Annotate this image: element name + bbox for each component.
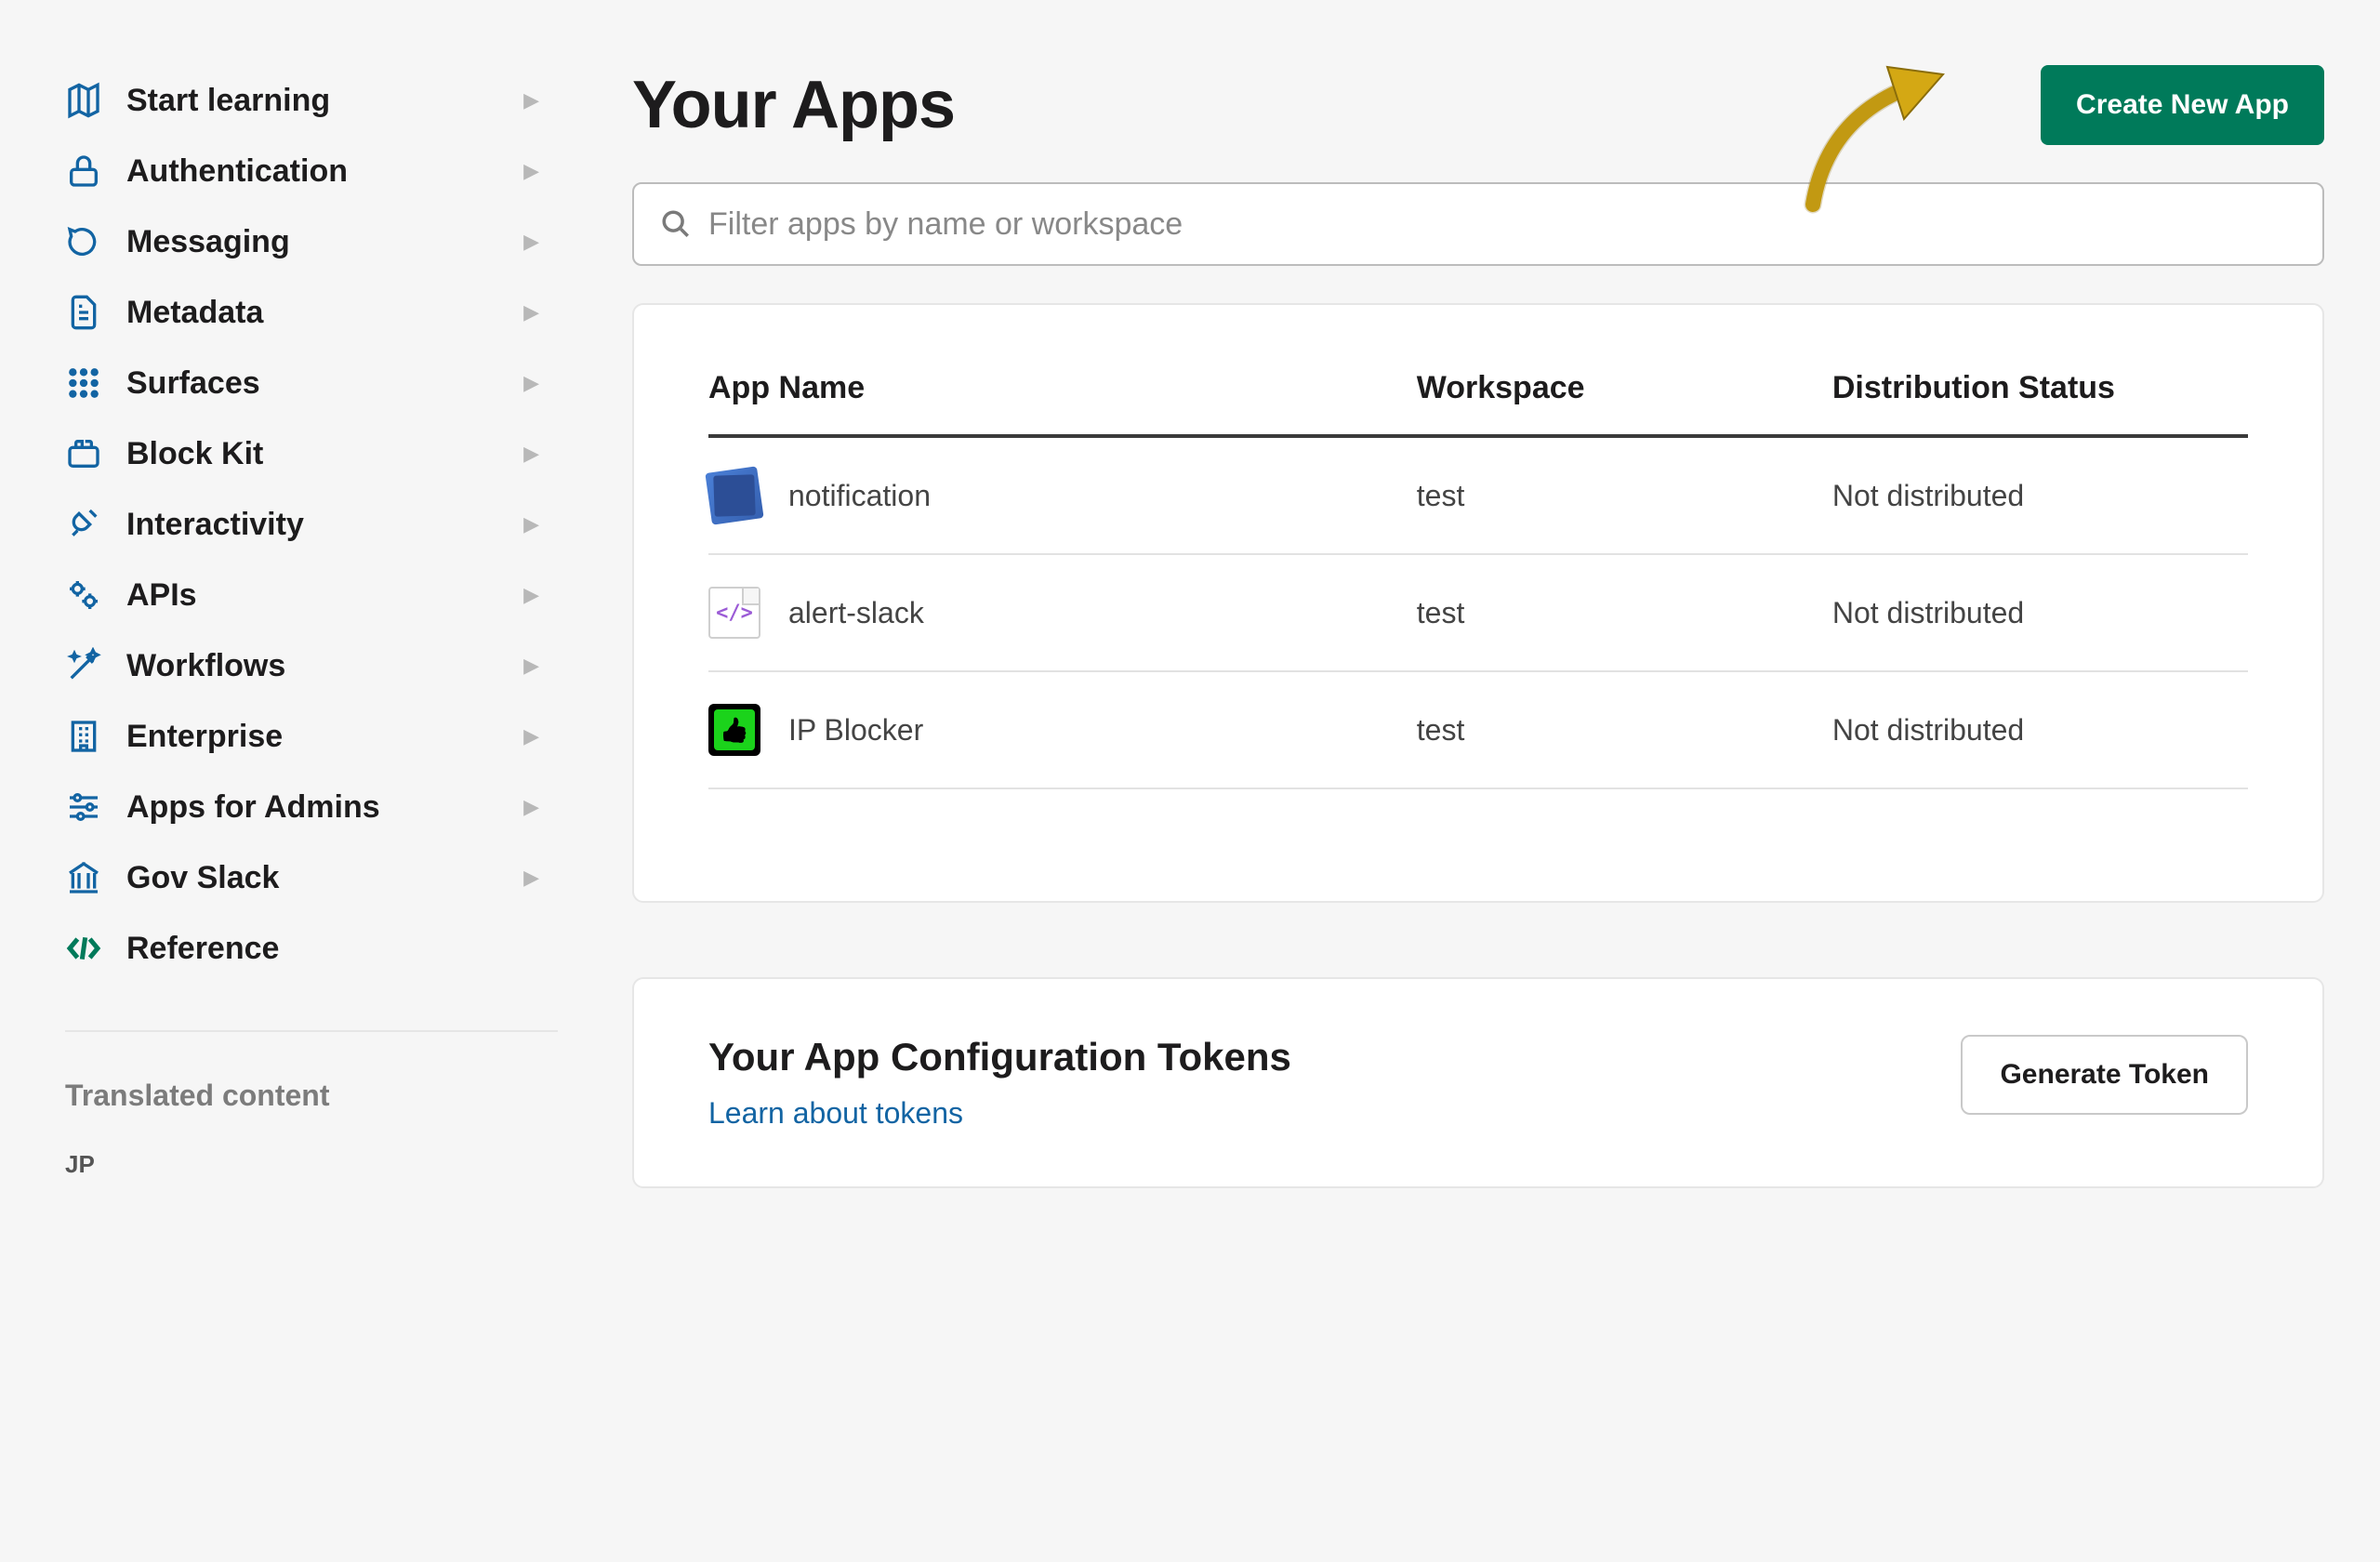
chevron-right-icon: ▶ xyxy=(523,371,558,395)
main-content: Your Apps Create New App App Name Worksp… xyxy=(595,0,2380,1562)
chevron-right-icon: ▶ xyxy=(523,442,558,466)
chevron-right-icon: ▶ xyxy=(523,88,558,113)
apps-list-card: App Name Workspace Distribution Status n… xyxy=(632,303,2324,903)
code-icon xyxy=(65,930,102,967)
building-icon xyxy=(65,718,102,755)
sidebar-item-label: Interactivity xyxy=(126,507,304,543)
sidebar-item-messaging[interactable]: Messaging ▶ xyxy=(65,206,558,277)
sidebar-item-label: Authentication xyxy=(126,153,348,190)
table-row[interactable]: IP Blocker test Not distributed xyxy=(708,671,2248,788)
sidebar-item-label: Messaging xyxy=(126,224,290,260)
sidebar-item-workflows[interactable]: Workflows ▶ xyxy=(65,630,558,701)
map-icon xyxy=(65,82,102,119)
sidebar-item-reference[interactable]: Reference xyxy=(65,913,558,984)
app-name: alert-slack xyxy=(788,596,924,630)
sidebar-item-surfaces[interactable]: Surfaces ▶ xyxy=(65,348,558,418)
sidebar-item-metadata[interactable]: Metadata ▶ xyxy=(65,277,558,348)
sidebar-item-label: APIs xyxy=(126,577,197,614)
sidebar-item-enterprise[interactable]: Enterprise ▶ xyxy=(65,701,558,772)
sidebar-item-apps-for-admins[interactable]: Apps for Admins ▶ xyxy=(65,772,558,842)
sidebar: Start learning ▶ Authentication ▶ Messag… xyxy=(0,0,595,1562)
chevron-right-icon: ▶ xyxy=(523,795,558,819)
column-header-app-name: App Name xyxy=(708,370,1417,436)
sidebar-item-label: Gov Slack xyxy=(126,860,279,896)
create-new-app-button[interactable]: Create New App xyxy=(2041,65,2324,145)
app-distribution-status: Not distributed xyxy=(1832,671,2248,788)
app-name: IP Blocker xyxy=(788,713,923,748)
app-distribution-status: Not distributed xyxy=(1832,554,2248,671)
page-title: Your Apps xyxy=(632,67,955,143)
learn-about-tokens-link[interactable]: Learn about tokens xyxy=(708,1096,963,1130)
filter-input-container[interactable] xyxy=(632,182,2324,266)
app-distribution-status: Not distributed xyxy=(1832,436,2248,554)
sidebar-item-label: Surfaces xyxy=(126,365,260,402)
tokens-title: Your App Configuration Tokens xyxy=(708,1035,1291,1079)
search-icon xyxy=(660,208,692,240)
app-name: notification xyxy=(788,479,931,513)
app-workspace: test xyxy=(1417,436,1832,554)
sliders-icon xyxy=(65,788,102,826)
translated-item-jp[interactable]: JP xyxy=(65,1150,558,1179)
gears-icon xyxy=(65,576,102,614)
sidebar-item-label: Apps for Admins xyxy=(126,789,380,826)
sidebar-item-authentication[interactable]: Authentication ▶ xyxy=(65,136,558,206)
generate-token-button[interactable]: Generate Token xyxy=(1961,1035,2248,1115)
translated-content-heading: Translated content xyxy=(65,1079,558,1113)
sidebar-item-label: Reference xyxy=(126,931,279,967)
sidebar-item-interactivity[interactable]: Interactivity ▶ xyxy=(65,489,558,560)
sidebar-item-label: Block Kit xyxy=(126,436,263,472)
chevron-right-icon: ▶ xyxy=(523,583,558,607)
chevron-right-icon: ▶ xyxy=(523,724,558,748)
chevron-right-icon: ▶ xyxy=(523,512,558,536)
chevron-right-icon: ▶ xyxy=(523,230,558,254)
message-icon xyxy=(65,223,102,260)
sidebar-item-label: Workflows xyxy=(126,648,285,684)
lock-icon xyxy=(65,152,102,190)
app-workspace: test xyxy=(1417,554,1832,671)
table-row[interactable]: </> alert-slack test Not distributed xyxy=(708,554,2248,671)
sidebar-item-apis[interactable]: APIs ▶ xyxy=(65,560,558,630)
sidebar-item-gov-slack[interactable]: Gov Slack ▶ xyxy=(65,842,558,913)
table-row[interactable]: notification test Not distributed xyxy=(708,436,2248,554)
sidebar-item-label: Enterprise xyxy=(126,719,283,755)
column-header-workspace: Workspace xyxy=(1417,370,1832,436)
plug-icon xyxy=(65,506,102,543)
sidebar-item-label: Start learning xyxy=(126,83,330,119)
app-config-tokens-card: Your App Configuration Tokens Learn abou… xyxy=(632,977,2324,1188)
sidebar-item-block-kit[interactable]: Block Kit ▶ xyxy=(65,418,558,489)
app-icon xyxy=(705,466,763,524)
sidebar-divider xyxy=(65,1030,558,1032)
grid-icon xyxy=(65,364,102,402)
app-workspace: test xyxy=(1417,671,1832,788)
filter-apps-input[interactable] xyxy=(708,206,2296,243)
chevron-right-icon: ▶ xyxy=(523,300,558,324)
column-header-distribution-status: Distribution Status xyxy=(1832,370,2248,436)
wand-icon xyxy=(65,647,102,684)
chevron-right-icon: ▶ xyxy=(523,866,558,890)
chevron-right-icon: ▶ xyxy=(523,654,558,678)
app-icon xyxy=(708,704,760,756)
gov-icon xyxy=(65,859,102,896)
sidebar-item-start-learning[interactable]: Start learning ▶ xyxy=(65,65,558,136)
app-icon: </> xyxy=(708,587,760,639)
chevron-right-icon: ▶ xyxy=(523,159,558,183)
apps-table: App Name Workspace Distribution Status n… xyxy=(708,370,2248,789)
sidebar-item-label: Metadata xyxy=(126,295,263,331)
block-icon xyxy=(65,435,102,472)
metadata-icon xyxy=(65,294,102,331)
